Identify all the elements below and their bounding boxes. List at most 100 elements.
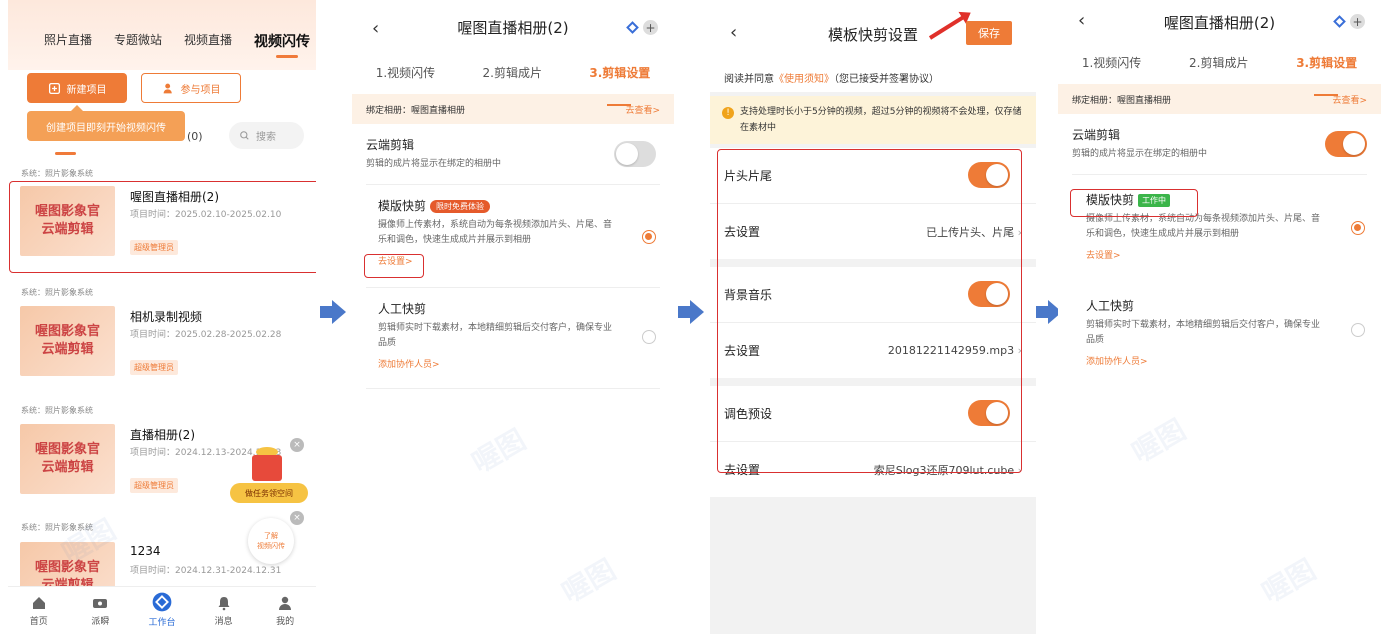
- template-edit-title: 模版快剪 限时免费体验: [378, 197, 614, 214]
- filter-underline: [55, 152, 76, 155]
- notice-banner: ! 支持处理时长小于5分钟的视频，超过5分钟的视频将不会处理，仅存储在素材中: [710, 96, 1036, 144]
- nav-home[interactable]: 首页: [14, 587, 64, 634]
- project-list-screen: 照片直播 专题微站 视频直播 视频闪传 新建项目 参与项目 创建项目即刻开始视频…: [8, 0, 316, 634]
- highlight-box: [717, 149, 1022, 473]
- manual-edit-section: 人工快剪 剪辑师实时下载素材，本地精细剪辑后交付客户，确保专业品质 添加协作人员…: [352, 288, 674, 388]
- project-card[interactable]: 喔图影象官 云端剪辑 相机录制视频 项目时间：2025.02.28-2025.02…: [20, 302, 310, 382]
- role-badge: 超级管理员: [130, 360, 178, 375]
- search-input[interactable]: 搜索: [229, 122, 304, 149]
- ticket-icon: [93, 599, 108, 608]
- bind-album-bar: 绑定相册：喔图直播相册 去查看>: [1058, 84, 1381, 114]
- tooltip: 创建项目即刻开始视频闪传: [27, 105, 185, 141]
- learn-line2: 视频闪传: [257, 542, 285, 550]
- template-edit-desc: 摄像师上传素材，系统自动为每条视频添加片头、片尾、音乐和调色，快速生成成片并展示…: [378, 220, 613, 245]
- thumb-line2: 云端剪辑: [41, 342, 94, 357]
- edit-settings-active-screen: ‹ 喔图直播相册(2) + 1.视频闪传 2.剪辑成片 3.剪辑设置 绑定相册：…: [1058, 0, 1381, 634]
- warning-icon: !: [722, 107, 734, 119]
- tab-video-flash[interactable]: 1.视频闪传: [376, 64, 435, 94]
- go-setting-link[interactable]: 去设置>: [1086, 248, 1321, 261]
- nav-label: 派瞬: [91, 617, 110, 627]
- tab-edit-output[interactable]: 2.剪辑成片: [1189, 54, 1248, 84]
- workbench-icon: [152, 592, 172, 612]
- manual-edit-title: 人工快剪: [378, 302, 427, 316]
- thumb-line2: 云端剪辑: [41, 460, 94, 475]
- tab-photo-live[interactable]: 照片直播: [44, 31, 92, 51]
- header: ‹ 喔图直播相册(2) +: [352, 0, 674, 54]
- close-icon[interactable]: ×: [290, 438, 304, 452]
- template-edit-label: 模版快剪: [378, 199, 427, 213]
- thumb-line1: 喔图影象官: [34, 442, 100, 457]
- manual-edit-radio[interactable]: [642, 330, 656, 344]
- step-tabs: 1.视频闪传 2.剪辑成片 3.剪辑设置: [1058, 44, 1381, 96]
- plus-icon[interactable]: +: [1350, 14, 1365, 29]
- new-project-button[interactable]: 新建项目: [27, 73, 127, 103]
- new-project-label: 新建项目: [66, 84, 107, 96]
- bottom-nav: 首页 派瞬 工作台 消息 我的: [8, 586, 316, 634]
- tab-edit-settings[interactable]: 3.剪辑设置: [1296, 54, 1357, 96]
- manual-edit-desc: 剪辑师实时下载素材，本地精细剪辑后交付客户，确保专业品质: [378, 323, 613, 348]
- highlight-box: [364, 254, 424, 278]
- project-title: 1234: [130, 544, 161, 558]
- learn-line1: 了解: [264, 532, 278, 540]
- highlight-box: [9, 181, 316, 273]
- tab-micro-site[interactable]: 专题微站: [114, 31, 162, 51]
- nav-messages[interactable]: 消息: [199, 587, 249, 634]
- nav-label: 我的: [276, 617, 295, 627]
- free-trial-badge: 限时免费体验: [430, 200, 491, 213]
- search-placeholder: 搜索: [256, 132, 276, 143]
- project-thumbnail: 喔图影象官云端剪辑: [20, 306, 115, 376]
- tab-video-live[interactable]: 视频直播: [184, 31, 232, 51]
- diamond-icon[interactable]: [1333, 15, 1346, 28]
- tab-edit-output[interactable]: 2.剪辑成片: [483, 64, 542, 94]
- cloud-edit-section: 云端剪辑 剪辑的成片将显示在绑定的相册中: [352, 124, 674, 184]
- project-thumbnail: 喔图影象官云端剪辑: [20, 424, 115, 494]
- plus-icon[interactable]: +: [643, 20, 658, 35]
- tab-video-flash[interactable]: 视频闪传: [254, 31, 310, 58]
- manual-edit-radio[interactable]: [1351, 323, 1365, 337]
- template-edit-radio[interactable]: [642, 230, 656, 244]
- add-collaborator-link[interactable]: 添加协作人员>: [378, 357, 614, 370]
- top-tabs: 照片直播 专题微站 视频直播 视频闪传: [8, 0, 316, 58]
- action-buttons: 新建项目 参与项目: [27, 73, 241, 103]
- nav-paishun[interactable]: 派瞬: [75, 587, 125, 634]
- header-icons: +: [1333, 14, 1365, 29]
- card-system-label: 系统：照片影象系统: [21, 406, 93, 415]
- gift-label: 做任务领空间: [230, 483, 308, 503]
- cloud-edit-title: 云端剪辑: [1072, 128, 1121, 142]
- cloud-edit-section: 云端剪辑 剪辑的成片将显示在绑定的相册中: [1058, 114, 1381, 174]
- save-button[interactable]: 保存: [966, 21, 1012, 45]
- add-collaborator-link[interactable]: 添加协作人员>: [1086, 354, 1321, 367]
- learn-video-flash-button[interactable]: 了解 视频闪传: [248, 518, 294, 564]
- close-icon[interactable]: ×: [290, 511, 304, 525]
- terms-link[interactable]: 《使用须知》: [774, 74, 834, 85]
- join-project-label: 参与项目: [180, 84, 221, 96]
- join-project-button[interactable]: 参与项目: [141, 73, 241, 103]
- nav-workbench[interactable]: 工作台: [137, 587, 187, 634]
- thumb-line1: 喔图影象官: [34, 560, 100, 575]
- cloud-edit-toggle[interactable]: [614, 141, 656, 167]
- role-badge: 超级管理员: [130, 478, 178, 493]
- gift-icon: [252, 455, 282, 481]
- nav-me[interactable]: 我的: [260, 587, 310, 634]
- card-system-label: 系统：照片影象系统: [21, 523, 93, 532]
- cloud-edit-toggle[interactable]: [1325, 131, 1367, 157]
- manual-edit-title: 人工快剪: [1086, 299, 1135, 313]
- notice-text: 支持处理时长小于5分钟的视频，超过5分钟的视频将不会处理，仅存储在素材中: [740, 107, 1022, 133]
- highlight-box: [1070, 189, 1198, 217]
- template-edit-radio[interactable]: [1351, 221, 1365, 235]
- add-square-icon: [48, 82, 60, 94]
- search-icon: [240, 131, 249, 140]
- diamond-icon[interactable]: [626, 21, 639, 34]
- bind-album-label: 绑定相册：喔图直播相册: [1072, 95, 1172, 106]
- bind-album-bar: 绑定相册：喔图直播相册 去查看>: [352, 94, 674, 124]
- tab-edit-settings[interactable]: 3.剪辑设置: [589, 64, 650, 106]
- bind-album-label: 绑定相册：喔图直播相册: [366, 105, 466, 116]
- bell-icon: [218, 597, 230, 611]
- thumb-line1: 喔图影象官: [34, 324, 100, 339]
- step-tabs: 1.视频闪传 2.剪辑成片 3.剪辑设置: [352, 54, 674, 106]
- manual-edit-section: 人工快剪 剪辑师实时下载素材，本地精细剪辑后交付客户，确保专业品质 添加协作人员…: [1058, 281, 1381, 381]
- top-banner: 照片直播 专题微站 视频直播 视频闪传: [8, 0, 316, 70]
- user-add-icon: [163, 83, 172, 93]
- agree-suffix: （您已接受并签署协议）: [834, 74, 939, 85]
- tab-video-flash[interactable]: 1.视频闪传: [1082, 54, 1141, 84]
